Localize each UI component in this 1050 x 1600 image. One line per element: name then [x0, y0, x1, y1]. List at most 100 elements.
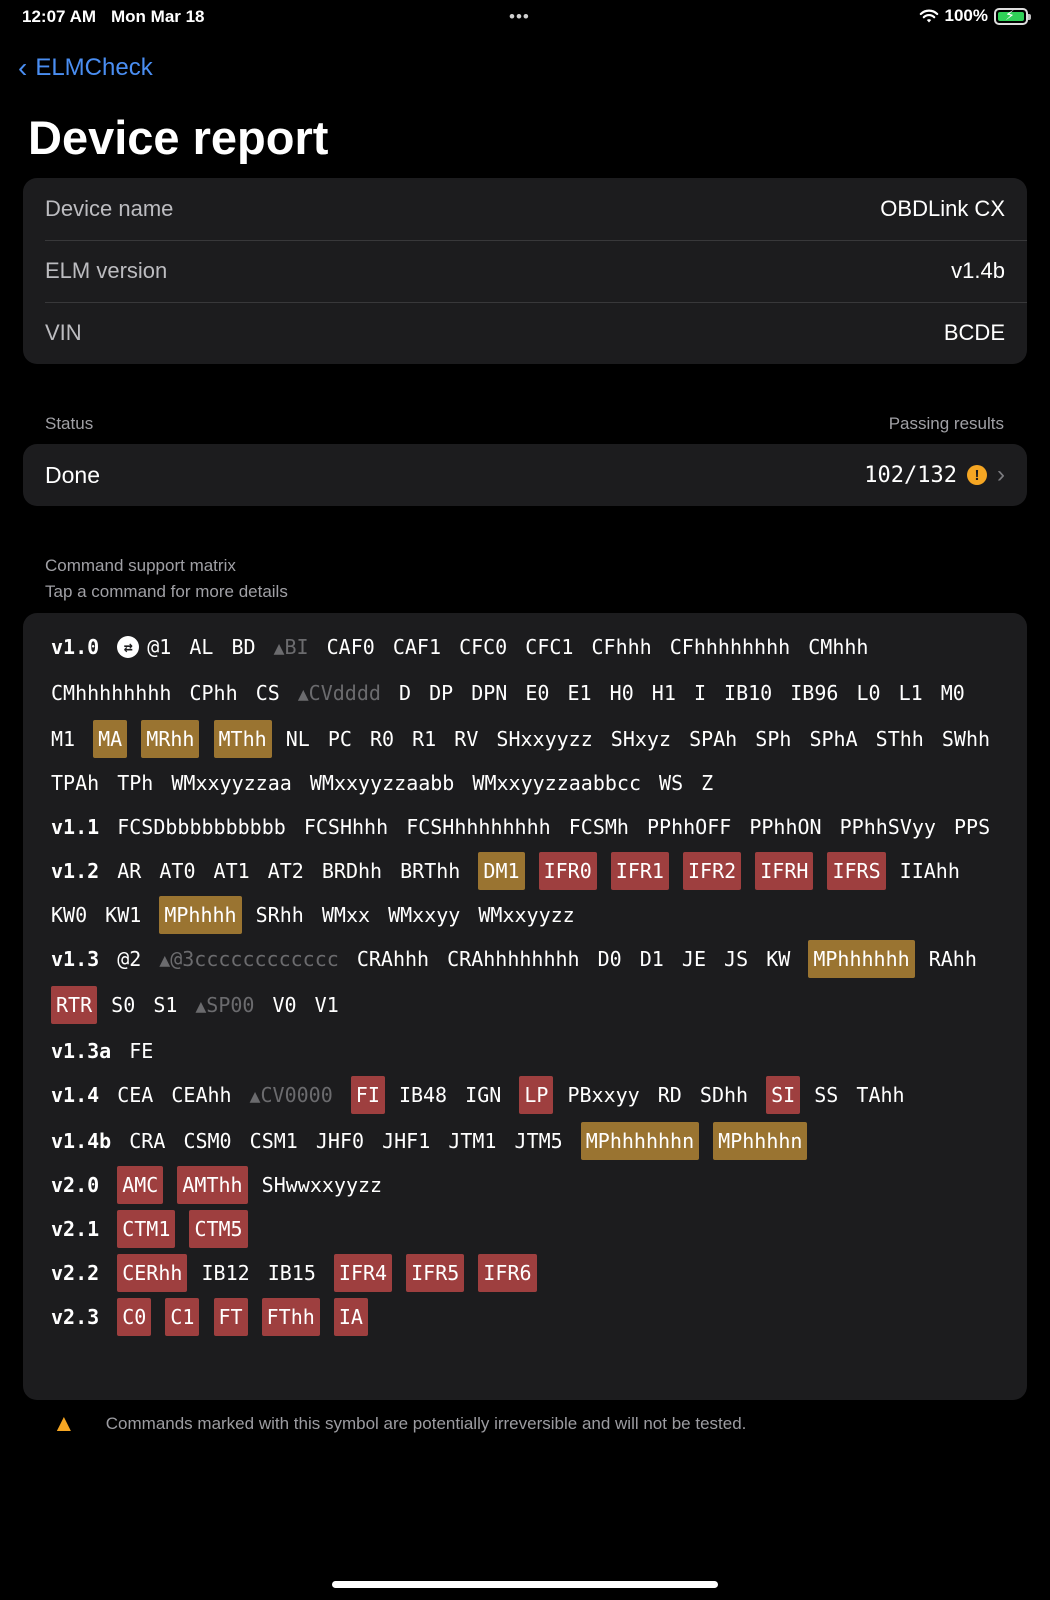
command-jhf1[interactable]: JHF1	[382, 1129, 430, 1153]
command-fcsdbbbbbbbbbb[interactable]: FCSDbbbbbbbbbb	[117, 815, 286, 839]
command-mphhhhn[interactable]: MPhhhhn	[713, 1122, 808, 1160]
command-rv[interactable]: RV	[454, 727, 478, 751]
command-ib12[interactable]: IB12	[201, 1261, 249, 1285]
command-@3cccccccccccc[interactable]: @3cccccccccccc	[170, 947, 339, 971]
command-ifr1[interactable]: IFR1	[610, 852, 669, 890]
command-pc[interactable]: PC	[328, 727, 352, 751]
command-ws[interactable]: WS	[659, 771, 683, 795]
command-i[interactable]: I	[694, 681, 706, 705]
command-jtm5[interactable]: JTM5	[515, 1129, 563, 1153]
command-shxxyyzz[interactable]: SHxxyyzz	[496, 727, 592, 751]
command-cmhhhhhhhh[interactable]: CMhhhhhhhh	[51, 681, 171, 705]
command-l0[interactable]: L0	[856, 681, 880, 705]
command-tph[interactable]: TPh	[117, 771, 153, 795]
home-indicator[interactable]	[332, 1581, 718, 1588]
multitask-dots[interactable]: •••	[509, 7, 530, 27]
command-spha[interactable]: SPhA	[809, 727, 857, 751]
command-ifr4[interactable]: IFR4	[333, 1254, 393, 1292]
command-ifrs[interactable]: IFRS	[827, 852, 886, 890]
command-dpn[interactable]: DPN	[471, 681, 507, 705]
command-r1[interactable]: R1	[412, 727, 436, 751]
command-kw0[interactable]: KW0	[51, 903, 87, 927]
command-cfc0[interactable]: CFC0	[459, 635, 507, 659]
command-pps[interactable]: PPS	[954, 815, 990, 839]
command-sp00[interactable]: SP00	[206, 993, 254, 1017]
command-tpah[interactable]: TPAh	[51, 771, 99, 795]
command-rd[interactable]: RD	[658, 1083, 682, 1107]
command-ctm5[interactable]: CTM5	[189, 1210, 248, 1248]
command-v0[interactable]: V0	[273, 993, 297, 1017]
command-cmhhh[interactable]: CMhhh	[808, 635, 868, 659]
command-dm1[interactable]: DM1	[478, 852, 525, 890]
command-d[interactable]: D	[399, 681, 411, 705]
command-jtm1[interactable]: JTM1	[448, 1129, 496, 1153]
command-ifr0[interactable]: IFR0	[538, 852, 597, 890]
command-crahhh[interactable]: CRAhhh	[357, 947, 429, 971]
command-pphhsvyy[interactable]: PPhhSVyy	[840, 815, 936, 839]
command-at2[interactable]: AT2	[268, 859, 304, 883]
command-rahh[interactable]: RAhh	[929, 947, 977, 971]
command-mthh[interactable]: MThh	[213, 720, 272, 758]
command-fcsmh[interactable]: FCSMh	[569, 815, 629, 839]
command-wmxxyyzzaabb[interactable]: WMxxyyzzaabb	[310, 771, 455, 795]
command-shwwxxyyzz[interactable]: SHwwxxyyzz	[262, 1173, 382, 1197]
command-pbxxyy[interactable]: PBxxyy	[567, 1083, 639, 1107]
command-cvdddd[interactable]: CVdddd	[309, 681, 381, 705]
command-brthh[interactable]: BRThh	[400, 859, 460, 883]
command-s1[interactable]: S1	[153, 993, 177, 1017]
command-cfhhh[interactable]: CFhhh	[592, 635, 652, 659]
command-sthh[interactable]: SThh	[876, 727, 924, 751]
command-mphhhhhhn[interactable]: MPhhhhhhn	[580, 1122, 700, 1160]
command-bi[interactable]: BI	[284, 635, 308, 659]
command-tahh[interactable]: TAhh	[856, 1083, 904, 1107]
command-e0[interactable]: E0	[525, 681, 549, 705]
command-h0[interactable]: H0	[610, 681, 634, 705]
command-cerhh[interactable]: CERhh	[117, 1254, 188, 1292]
command-h1[interactable]: H1	[652, 681, 676, 705]
command-cv0000[interactable]: CV0000	[261, 1083, 333, 1107]
command-mphhhhhh[interactable]: MPhhhhhh	[808, 940, 915, 978]
command-bd[interactable]: BD	[232, 635, 256, 659]
back-button[interactable]: ‹ ELMCheck	[18, 52, 153, 84]
command-crahhhhhhhh[interactable]: CRAhhhhhhhh	[447, 947, 579, 971]
command-fi[interactable]: FI	[350, 1076, 385, 1114]
command-ma[interactable]: MA	[93, 720, 128, 758]
command-cfhhhhhhhh[interactable]: CFhhhhhhhh	[670, 635, 790, 659]
command-pphhoff[interactable]: PPhhOFF	[647, 815, 731, 839]
command-mphhhh[interactable]: MPhhhh	[159, 896, 242, 934]
command-spah[interactable]: SPAh	[689, 727, 737, 751]
command-@1[interactable]: @1	[147, 635, 171, 659]
command-ib15[interactable]: IB15	[268, 1261, 316, 1285]
status-row[interactable]: Done 102/132 ! ›	[23, 444, 1027, 506]
command-caf1[interactable]: CAF1	[393, 635, 441, 659]
command-cfc1[interactable]: CFC1	[525, 635, 573, 659]
command-ss[interactable]: SS	[814, 1083, 838, 1107]
command-srhh[interactable]: SRhh	[256, 903, 304, 927]
command-je[interactable]: JE	[682, 947, 706, 971]
command-ign[interactable]: IGN	[465, 1083, 501, 1107]
command-si[interactable]: SI	[766, 1076, 801, 1114]
command-fcshhhh[interactable]: FCSHhhh	[304, 815, 388, 839]
command-at0[interactable]: AT0	[159, 859, 195, 883]
command-v1[interactable]: V1	[315, 993, 339, 1017]
command-ceahh[interactable]: CEAhh	[171, 1083, 231, 1107]
command-kw1[interactable]: KW1	[105, 903, 141, 927]
command-ib48[interactable]: IB48	[399, 1083, 447, 1107]
cycle-icon[interactable]: ⇄	[117, 636, 140, 658]
command-mrhh[interactable]: MRhh	[141, 720, 200, 758]
command-amthh[interactable]: AMThh	[177, 1166, 248, 1204]
command-e1[interactable]: E1	[568, 681, 592, 705]
command-nl[interactable]: NL	[286, 727, 310, 751]
command-js[interactable]: JS	[724, 947, 748, 971]
command-rtr[interactable]: RTR	[51, 986, 98, 1024]
command-wmxx[interactable]: WMxx	[322, 903, 370, 927]
command-ib10[interactable]: IB10	[724, 681, 772, 705]
command-pphhon[interactable]: PPhhON	[749, 815, 821, 839]
command-ctm1[interactable]: CTM1	[117, 1210, 176, 1248]
command-at1[interactable]: AT1	[214, 859, 250, 883]
command-fthh[interactable]: FThh	[261, 1298, 320, 1336]
command-wmxxyyzzaabbcc[interactable]: WMxxyyzzaabbcc	[472, 771, 641, 795]
command-wmxxyyzzaa[interactable]: WMxxyyzzaa	[171, 771, 291, 795]
command-sdhh[interactable]: SDhh	[700, 1083, 748, 1107]
command-sph[interactable]: SPh	[755, 727, 791, 751]
